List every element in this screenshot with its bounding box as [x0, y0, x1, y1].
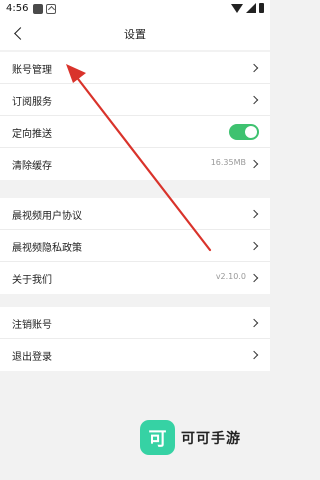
status-bar: 4:56	[0, 0, 270, 18]
row-cancel-account[interactable]: 注销账号	[0, 307, 270, 339]
row-label: 退出登录	[12, 352, 52, 363]
toggle-knob	[245, 126, 257, 138]
chevron-right-icon	[249, 209, 259, 219]
row-logout[interactable]: 退出登录	[0, 339, 270, 371]
watermark-text: 可可手游	[181, 430, 241, 447]
chevron-right-icon	[249, 273, 259, 283]
row-about-us[interactable]: 关于我们 v2.10.0	[0, 262, 270, 294]
row-label: 晨视频隐私政策	[12, 243, 82, 254]
row-user-agreement[interactable]: 晨视频用户协议	[0, 198, 270, 230]
row-label: 关于我们	[12, 275, 52, 286]
status-time: 4:56	[6, 3, 29, 14]
chevron-right-icon	[249, 63, 259, 73]
row-clear-cache[interactable]: 清除缓存 16.35MB	[0, 148, 270, 180]
chevron-right-icon	[249, 350, 259, 360]
signal-icon	[246, 3, 256, 13]
chevron-right-icon	[249, 318, 259, 328]
notification-arrow-icon	[46, 4, 56, 14]
wifi-icon	[231, 3, 243, 13]
targeted-push-toggle[interactable]	[229, 124, 259, 140]
header: 设置	[0, 18, 270, 50]
row-subscription[interactable]: 订阅服务	[0, 84, 270, 116]
row-account-management[interactable]: 账号管理	[0, 52, 270, 84]
settings-group-about: 晨视频用户协议 晨视频隐私政策 关于我们 v2.10.0	[0, 198, 270, 294]
version-value: v2.10.0	[215, 272, 246, 281]
page-title: 设置	[124, 28, 146, 41]
settings-group-session: 注销账号 退出登录	[0, 307, 270, 371]
row-label: 账号管理	[12, 65, 52, 76]
chevron-right-icon	[249, 95, 259, 105]
cache-size-value: 16.35MB	[210, 158, 246, 167]
row-label: 晨视频用户协议	[12, 211, 82, 222]
chevron-right-icon	[249, 241, 259, 251]
chevron-right-icon	[249, 159, 259, 169]
status-notification-icons	[33, 4, 56, 14]
watermark-logo: 可	[140, 420, 175, 455]
settings-screen: 4:56 设置 账号管理 订阅服务 定向推送 清除缓存 16.35MB 晨视频用…	[0, 0, 270, 480]
row-targeted-push: 定向推送	[0, 116, 270, 148]
row-privacy-policy[interactable]: 晨视频隐私政策	[0, 230, 270, 262]
notification-app-icon	[33, 4, 43, 14]
row-label: 清除缓存	[12, 161, 52, 172]
battery-icon	[259, 3, 264, 13]
status-indicators	[231, 3, 264, 13]
row-label: 注销账号	[12, 320, 52, 331]
settings-group-account: 账号管理 订阅服务 定向推送 清除缓存 16.35MB	[0, 52, 270, 180]
row-label: 定向推送	[12, 129, 52, 140]
row-label: 订阅服务	[12, 97, 52, 108]
watermark: 可 可可手游	[140, 420, 241, 455]
